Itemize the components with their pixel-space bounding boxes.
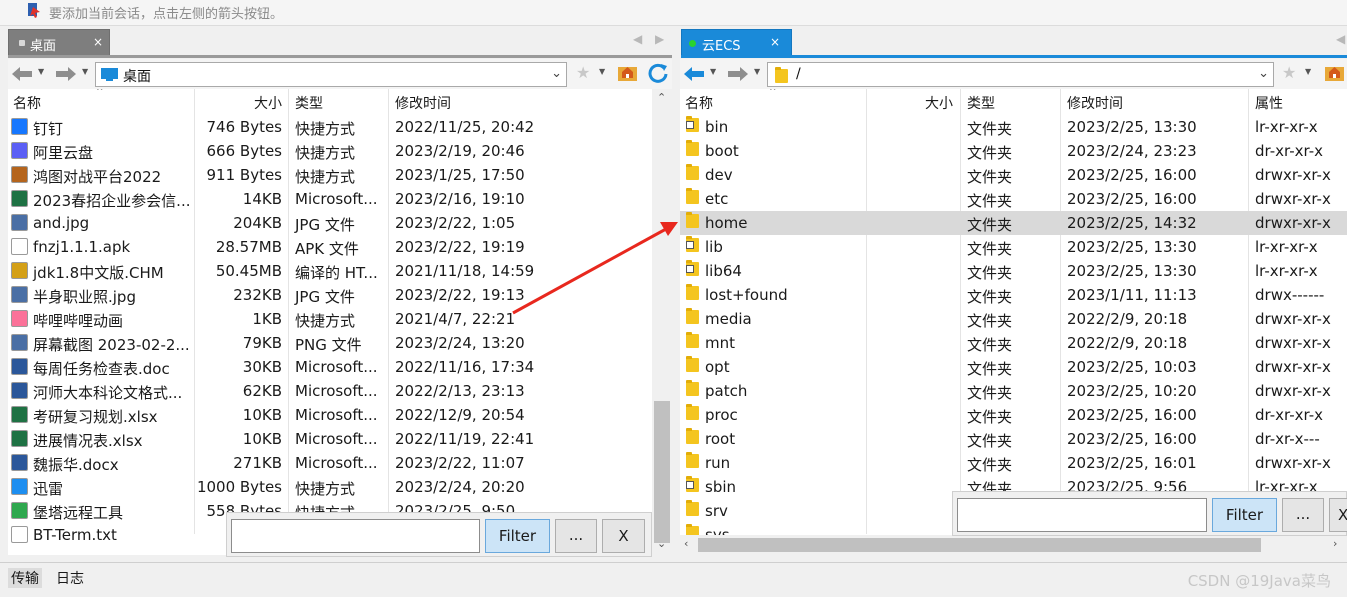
watermark: CSDN @19Java菜鸟 bbox=[1187, 572, 1331, 590]
annotation-arrow bbox=[512, 222, 678, 315]
tab-log[interactable]: 日志 bbox=[56, 568, 84, 588]
bottom-panel-tabs: 传输 日志 bbox=[0, 562, 1347, 592]
tab-transfer[interactable]: 传输 bbox=[8, 568, 42, 588]
arrow-head-icon bbox=[660, 222, 678, 236]
